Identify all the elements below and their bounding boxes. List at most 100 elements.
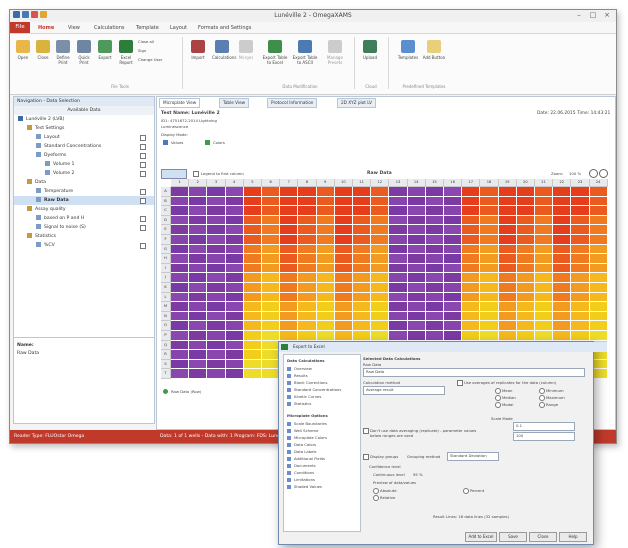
well[interactable] [334, 331, 352, 340]
well[interactable] [444, 187, 462, 196]
well[interactable] [553, 196, 571, 206]
well[interactable] [444, 302, 462, 311]
well[interactable] [480, 331, 498, 340]
well[interactable] [243, 292, 261, 302]
well[interactable] [571, 283, 589, 292]
save-button[interactable]: Save [499, 532, 527, 542]
well[interactable] [298, 244, 316, 254]
well[interactable] [407, 302, 425, 311]
well[interactable] [207, 215, 225, 225]
well[interactable] [171, 340, 189, 350]
well[interactable] [171, 321, 189, 330]
well[interactable] [353, 196, 371, 206]
tree-checkbox[interactable] [140, 144, 146, 150]
well[interactable] [353, 263, 371, 273]
well[interactable] [371, 321, 389, 330]
dialog-list-item[interactable]: Blank Corrections [287, 380, 357, 386]
well[interactable] [444, 283, 462, 292]
well[interactable] [571, 263, 589, 273]
well[interactable] [225, 292, 243, 302]
well[interactable] [571, 321, 589, 330]
well[interactable] [425, 302, 443, 311]
well[interactable] [498, 235, 516, 244]
well[interactable] [553, 321, 571, 330]
well[interactable] [571, 206, 589, 215]
well[interactable] [298, 302, 316, 311]
well[interactable] [516, 321, 534, 330]
well[interactable] [553, 225, 571, 234]
well[interactable] [407, 244, 425, 254]
well[interactable] [262, 263, 280, 273]
well[interactable] [371, 225, 389, 234]
well[interactable] [243, 196, 261, 206]
well[interactable] [353, 283, 371, 292]
well[interactable] [535, 225, 553, 234]
well[interactable] [498, 321, 516, 330]
well[interactable] [407, 215, 425, 225]
well[interactable] [480, 206, 498, 215]
well[interactable] [225, 215, 243, 225]
tree-checkbox[interactable] [140, 189, 146, 195]
well[interactable] [334, 187, 352, 196]
well[interactable] [425, 244, 443, 254]
well[interactable] [589, 244, 607, 254]
well[interactable] [207, 196, 225, 206]
tree-checkbox[interactable] [140, 225, 146, 231]
well[interactable] [371, 263, 389, 273]
well[interactable] [389, 273, 407, 282]
dialog-close-button[interactable]: Close [529, 532, 557, 542]
well[interactable] [171, 215, 189, 225]
export-table-ascii-button[interactable]: Export Table to ASCII [292, 40, 318, 65]
change-user-button[interactable]: Change User [138, 57, 162, 62]
dialog-list-item[interactable]: Conditions [287, 470, 357, 476]
well[interactable] [353, 321, 371, 330]
radio-median[interactable] [495, 395, 501, 401]
well[interactable] [589, 283, 607, 292]
well[interactable] [243, 350, 261, 359]
well[interactable] [589, 254, 607, 263]
well[interactable] [571, 225, 589, 234]
well[interactable] [589, 215, 607, 225]
well[interactable] [189, 244, 207, 254]
well[interactable] [353, 206, 371, 215]
well[interactable] [553, 215, 571, 225]
well[interactable] [553, 244, 571, 254]
well[interactable] [243, 331, 261, 340]
well[interactable] [298, 187, 316, 196]
close-icon[interactable]: × [600, 11, 614, 20]
well[interactable] [480, 321, 498, 330]
well[interactable] [316, 215, 334, 225]
well[interactable] [480, 302, 498, 311]
well[interactable] [353, 244, 371, 254]
well[interactable] [225, 302, 243, 311]
well[interactable] [498, 254, 516, 263]
well[interactable] [353, 331, 371, 340]
well[interactable] [189, 263, 207, 273]
well[interactable] [207, 292, 225, 302]
well[interactable] [243, 263, 261, 273]
well[interactable] [207, 263, 225, 273]
well[interactable] [280, 254, 298, 263]
well[interactable] [189, 196, 207, 206]
well[interactable] [425, 311, 443, 321]
well[interactable] [425, 254, 443, 263]
well[interactable] [262, 187, 280, 196]
well[interactable] [262, 273, 280, 282]
upload-button[interactable]: Upload [360, 40, 380, 60]
well[interactable] [498, 331, 516, 340]
well[interactable] [444, 215, 462, 225]
well[interactable] [189, 283, 207, 292]
well[interactable] [207, 340, 225, 350]
well[interactable] [535, 331, 553, 340]
well[interactable] [316, 187, 334, 196]
well[interactable] [262, 321, 280, 330]
dialog-list-item[interactable]: Results [287, 373, 357, 379]
well[interactable] [535, 244, 553, 254]
well[interactable] [280, 292, 298, 302]
tree-checkbox[interactable] [140, 243, 146, 249]
well[interactable] [243, 254, 261, 263]
well[interactable] [444, 254, 462, 263]
well[interactable] [571, 244, 589, 254]
well[interactable] [243, 235, 261, 244]
well[interactable] [171, 235, 189, 244]
